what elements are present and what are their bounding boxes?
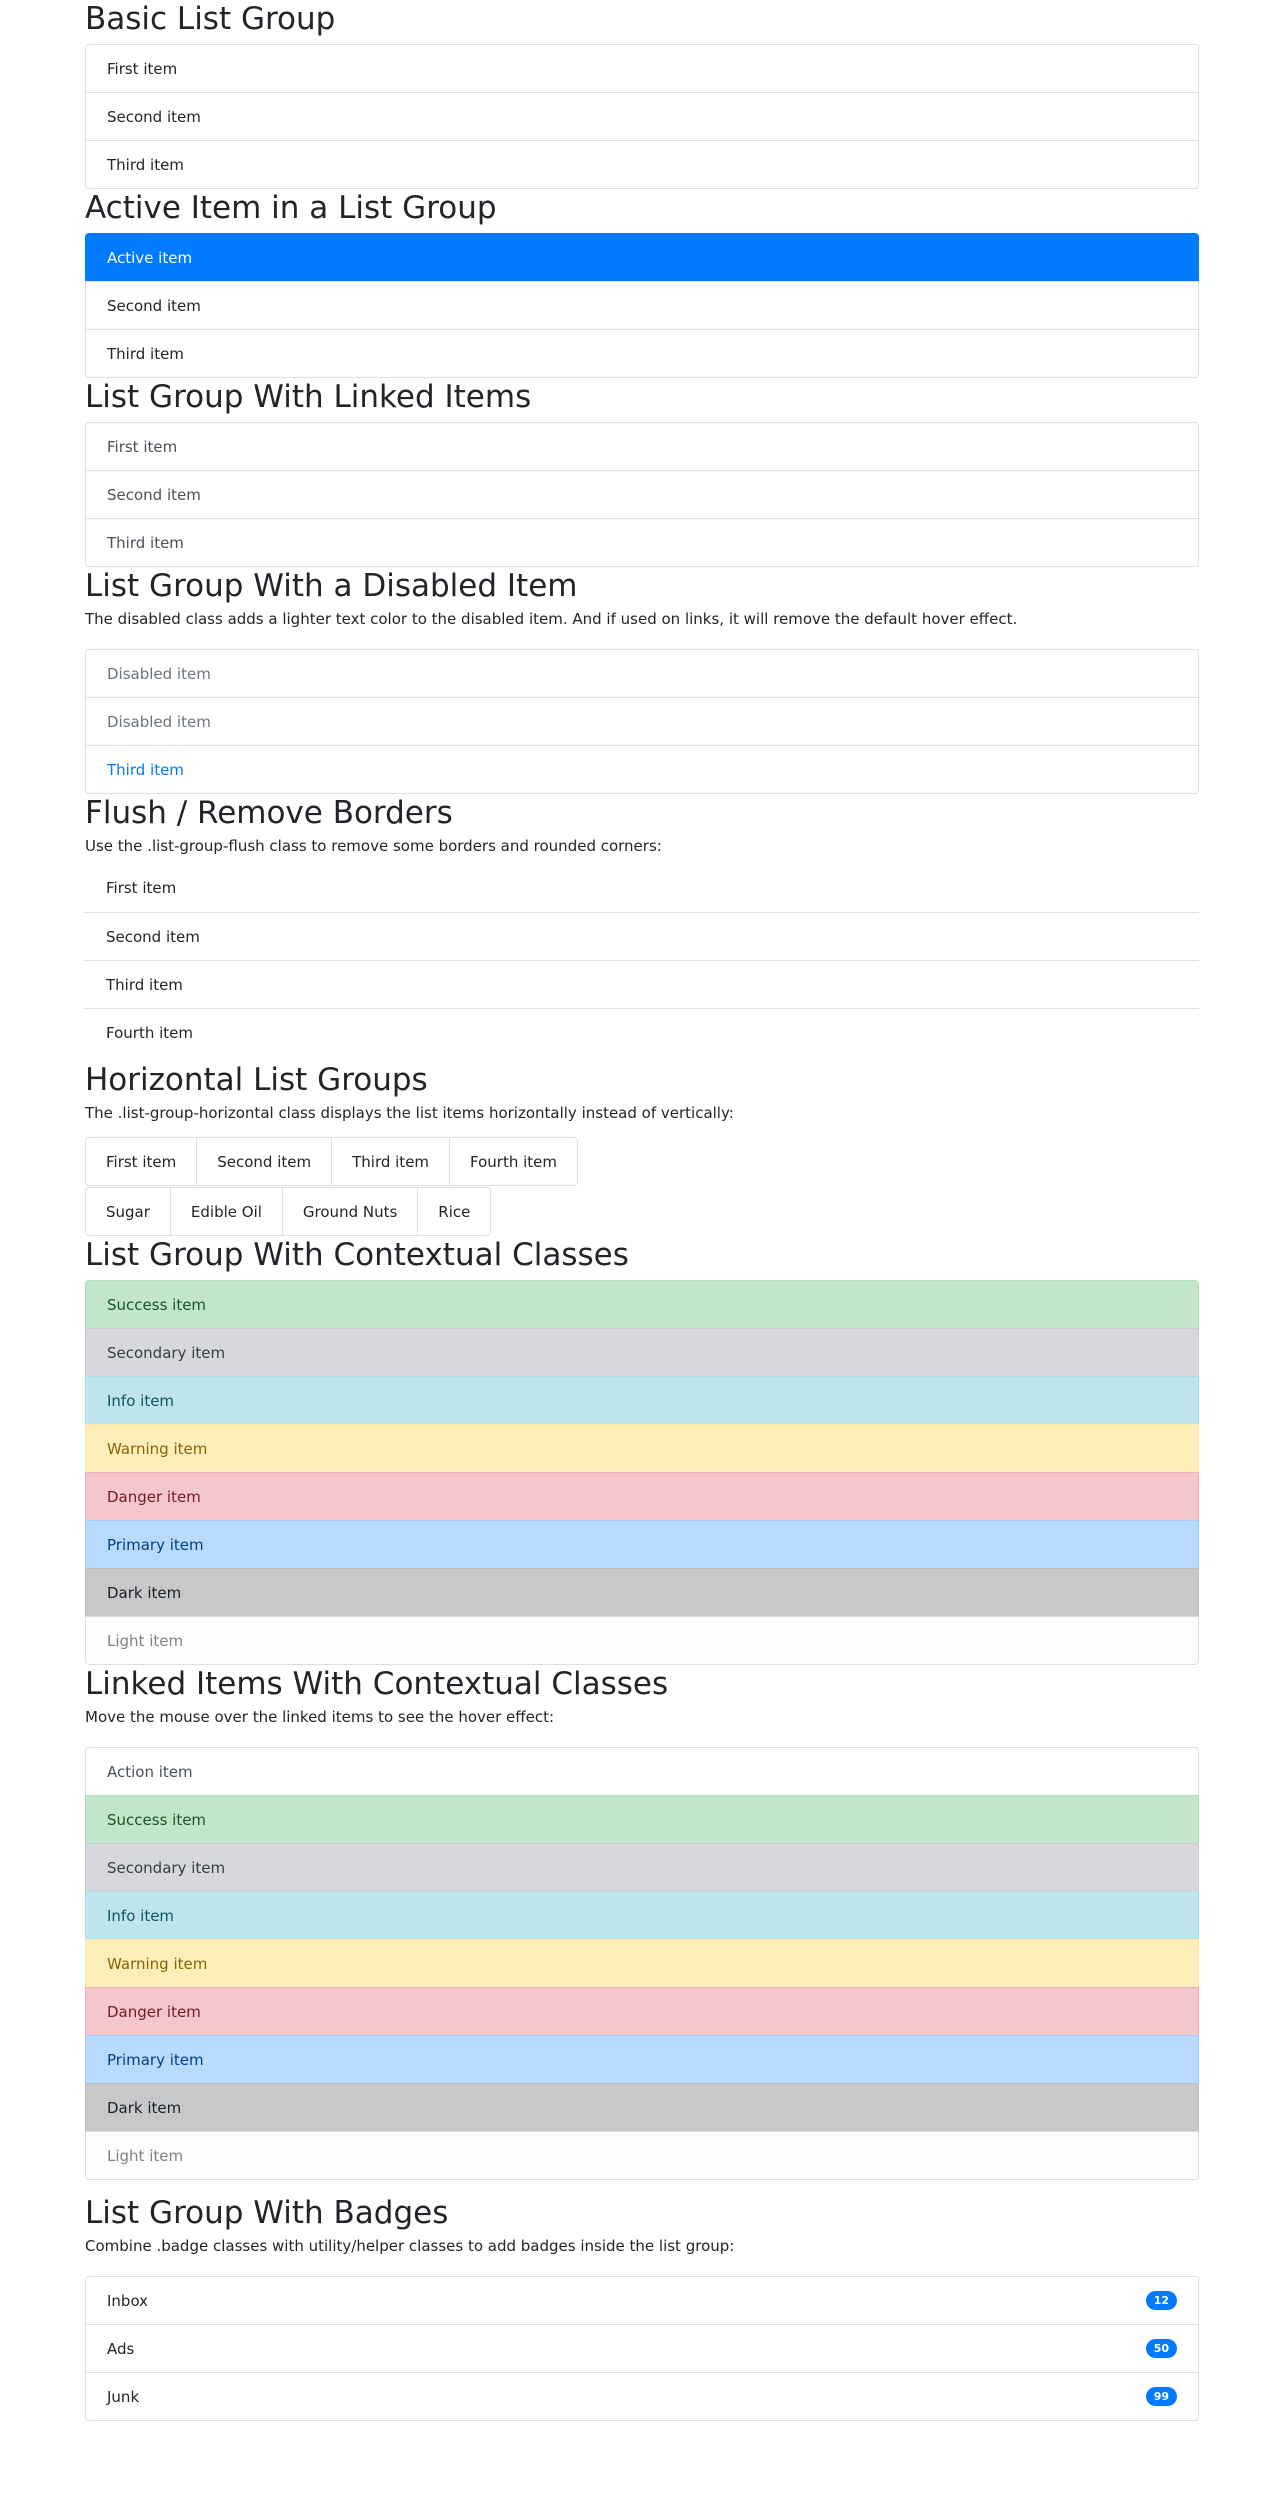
linked-list-group: First item Second item Third item (85, 422, 1199, 567)
list-item-secondary: Secondary item (85, 1328, 1199, 1377)
disabled-list-group: Disabled item Disabled item Third item (85, 649, 1199, 794)
section-contextual: List Group With Contextual Classes Succe… (85, 1236, 1199, 1665)
list-item: Second item (85, 912, 1199, 961)
list-item: First item (85, 1137, 198, 1186)
list-item-primary: Primary item (85, 1520, 1199, 1569)
horizontal-list-group: First item Second item Third item Fourth… (85, 1137, 579, 1186)
section-description: The .list-group-horizontal class display… (85, 1104, 734, 1122)
list-item: Ground Nuts (281, 1187, 419, 1236)
list-item-label: Inbox (107, 2291, 149, 2310)
section-linked-items: List Group With Linked Items First item … (85, 378, 1199, 567)
list-item: Edible Oil (169, 1187, 283, 1236)
list-item: Third item (85, 960, 1199, 1009)
list-item: Second item (85, 281, 1199, 330)
page-container: Basic List Group First item Second item … (85, 0, 1199, 2421)
linked-list-item[interactable]: Second item (85, 470, 1199, 519)
linked-item-primary[interactable]: Primary item (85, 2035, 1199, 2084)
section-description: Use the .list-group-flush class to remov… (85, 837, 662, 855)
list-item-light: Light item (85, 1616, 1199, 1665)
linked-item-secondary[interactable]: Secondary item (85, 1843, 1199, 1892)
section-active-item: Active Item in a List Group Active item … (85, 189, 1199, 378)
section-title: Active Item in a List Group (85, 190, 497, 226)
disabled-list-item: Disabled item (85, 649, 1199, 698)
linked-list-item[interactable]: Third item (85, 745, 1199, 794)
section-linked-contextual: Linked Items With Contextual Classes Mov… (85, 1665, 1199, 2180)
section-basic-list-group: Basic List Group First item Second item … (85, 0, 1199, 189)
section-title: Flush / Remove Borders (85, 795, 453, 831)
section-title: Basic List Group (85, 1, 336, 37)
list-item-warning: Warning item (85, 1424, 1199, 1473)
list-item: First item (85, 44, 1199, 93)
list-item: Sugar (85, 1187, 171, 1236)
linked-list-item[interactable]: Third item (85, 518, 1199, 567)
section-description: The disabled class adds a lighter text c… (85, 610, 1018, 628)
section-description: Move the mouse over the linked items to … (85, 1708, 555, 1726)
section-title: Horizontal List Groups (85, 1062, 428, 1098)
active-list-item: Active item (85, 233, 1199, 282)
linked-item-info[interactable]: Info item (85, 1891, 1199, 1940)
badges-list-group: Inbox 12 Ads 50 Junk 99 (85, 2276, 1199, 2421)
linked-list-item[interactable]: First item (85, 422, 1199, 471)
action-list-item[interactable]: Action item (85, 1747, 1199, 1796)
list-item: Second item (85, 92, 1199, 141)
section-title: List Group With Badges (85, 2195, 449, 2231)
list-item: Third item (85, 140, 1199, 189)
count-badge: 12 (1145, 2291, 1177, 2310)
count-badge: 50 (1145, 2339, 1177, 2358)
basic-list-group: First item Second item Third item (85, 44, 1199, 189)
list-item: Second item (196, 1137, 333, 1186)
flush-list-group: First item Second item Third item Fourth… (85, 864, 1199, 1057)
linked-item-light[interactable]: Light item (85, 2131, 1199, 2180)
disabled-list-item: Disabled item (85, 697, 1199, 746)
linked-item-danger[interactable]: Danger item (85, 1987, 1199, 2036)
list-item-danger: Danger item (85, 1472, 1199, 1521)
list-item: Junk 99 (85, 2372, 1199, 2421)
linked-item-success[interactable]: Success item (85, 1795, 1199, 1844)
section-horizontal: Horizontal List Groups The .list-group-h… (85, 1061, 1199, 1236)
horizontal-list-group: Sugar Edible Oil Ground Nuts Rice (85, 1187, 492, 1236)
list-item-info: Info item (85, 1376, 1199, 1425)
list-item-dark: Dark item (85, 1568, 1199, 1617)
section-title: List Group With Contextual Classes (85, 1237, 629, 1273)
active-list-group: Active item Second item Third item (85, 233, 1199, 378)
linked-contextual-list-group: Action item Success item Secondary item … (85, 1747, 1199, 2180)
list-item: First item (85, 864, 1199, 913)
list-item: Third item (331, 1137, 451, 1186)
count-badge: 99 (1145, 2387, 1177, 2406)
section-disabled-item: List Group With a Disabled Item The disa… (85, 567, 1199, 794)
contextual-list-group: Success item Secondary item Info item Wa… (85, 1280, 1199, 1665)
section-flush: Flush / Remove Borders Use the .list-gro… (85, 794, 1199, 1057)
section-title: List Group With a Disabled Item (85, 568, 578, 604)
list-item: Fourth item (85, 1008, 1199, 1057)
list-item-success: Success item (85, 1280, 1199, 1329)
list-item: Third item (85, 329, 1199, 378)
list-item: Fourth item (449, 1137, 579, 1186)
section-description: Combine .badge classes with utility/help… (85, 2237, 735, 2255)
section-badges: List Group With Badges Combine .badge cl… (85, 2194, 1199, 2421)
list-item: Inbox 12 (85, 2276, 1199, 2325)
section-title: List Group With Linked Items (85, 379, 532, 415)
section-title: Linked Items With Contextual Classes (85, 1666, 669, 1702)
list-item: Ads 50 (85, 2324, 1199, 2373)
linked-item-warning[interactable]: Warning item (85, 1939, 1199, 1988)
list-item-label: Junk (107, 2387, 140, 2406)
list-item: Rice (417, 1187, 492, 1236)
list-item-label: Ads (107, 2339, 135, 2358)
linked-item-dark[interactable]: Dark item (85, 2083, 1199, 2132)
